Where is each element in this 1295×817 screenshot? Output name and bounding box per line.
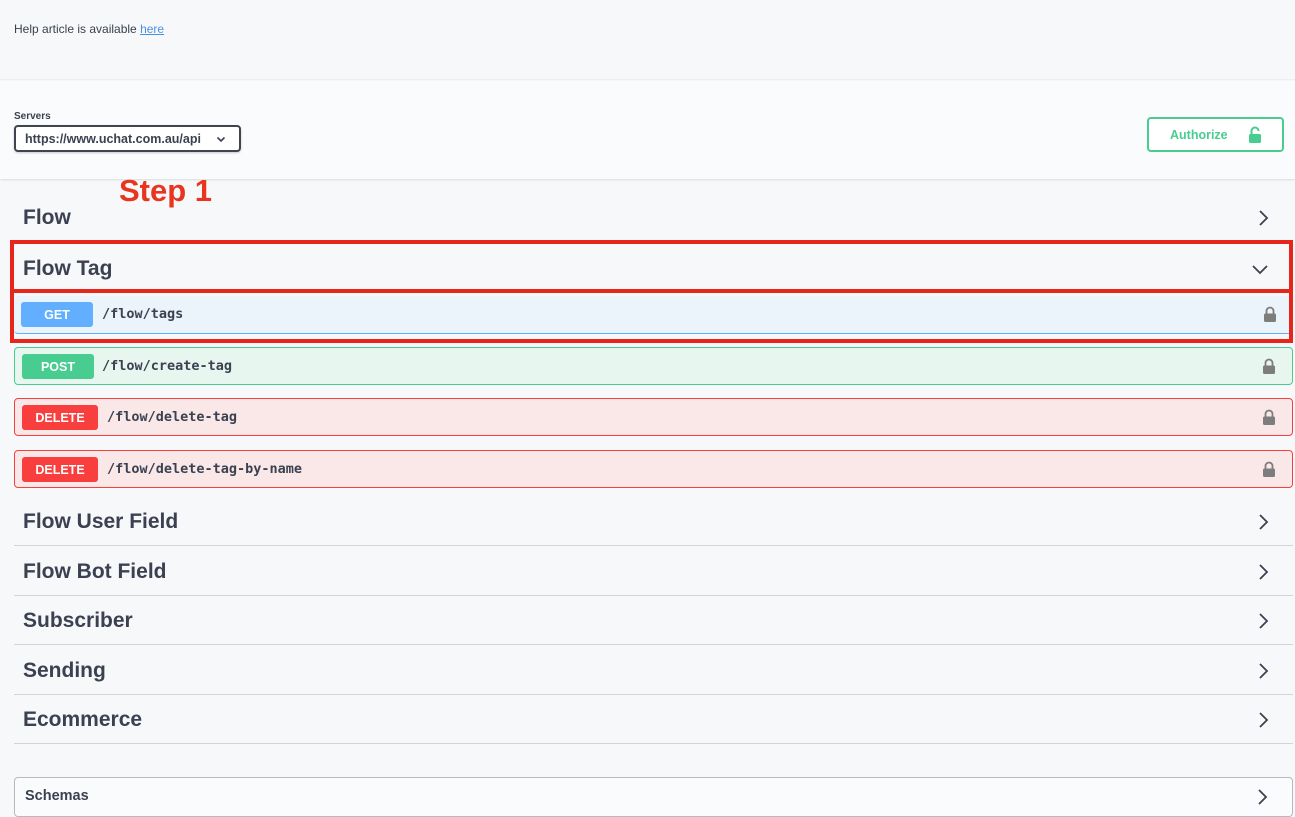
operation-delete-tag[interactable]: DELETE /flow/delete-tag: [14, 398, 1293, 436]
operation-path: /flow/create-tag: [102, 358, 233, 374]
operation-delete-tag-by-name[interactable]: DELETE /flow/delete-tag-by-name: [14, 450, 1293, 488]
tag-title: Ecommerce: [23, 708, 143, 731]
operation-get-flow-tags[interactable]: GET /flow/tags: [14, 296, 1293, 334]
tag-title: Flow User Field: [23, 510, 179, 533]
chevron-down-icon: [1251, 262, 1269, 280]
chevron-right-icon: [1257, 209, 1269, 232]
chevron-right-icon: [1257, 662, 1269, 685]
lock-icon[interactable]: [1262, 358, 1276, 380]
lock-icon[interactable]: [1263, 306, 1277, 328]
tag-section-subscriber[interactable]: Subscriber: [14, 596, 1293, 645]
tag-section-sending[interactable]: Sending: [14, 646, 1293, 695]
tag-section-flow-user-field[interactable]: Flow User Field: [14, 497, 1293, 546]
schemas-title: Schemas: [25, 788, 89, 804]
chevron-right-icon: [1257, 563, 1269, 586]
tag-section-ecommerce[interactable]: Ecommerce: [14, 695, 1293, 744]
tag-section-flow-tag[interactable]: Flow Tag: [14, 244, 1293, 293]
tag-title: Flow: [23, 206, 71, 229]
chevron-right-icon: [1257, 513, 1269, 536]
unlock-icon: [1248, 126, 1262, 147]
authorize-button[interactable]: Authorize: [1147, 117, 1284, 152]
tag-section-flow-bot-field[interactable]: Flow Bot Field: [14, 547, 1293, 596]
operation-path: /flow/delete-tag: [107, 409, 238, 425]
tag-title: Subscriber: [23, 609, 133, 632]
chevron-down-icon: [215, 133, 227, 148]
method-badge-post: POST: [22, 354, 94, 379]
tag-title: Sending: [23, 659, 106, 682]
method-badge-delete: DELETE: [22, 405, 98, 430]
operation-path: /flow/delete-tag-by-name: [107, 461, 303, 477]
servers-label: Servers: [14, 111, 51, 122]
authorize-label: Authorize: [1170, 127, 1228, 142]
chevron-right-icon: [1257, 711, 1269, 734]
chevron-right-icon: [1257, 612, 1269, 635]
operation-post-create-tag[interactable]: POST /flow/create-tag: [14, 347, 1293, 385]
lock-icon[interactable]: [1262, 409, 1276, 431]
schemas-section[interactable]: Schemas: [14, 777, 1293, 817]
tag-title: Flow Tag: [23, 257, 113, 280]
server-select[interactable]: https://www.uchat.com.au/api: [14, 125, 241, 152]
server-select-value: https://www.uchat.com.au/api: [25, 131, 201, 146]
tag-section-flow[interactable]: Flow: [14, 193, 1293, 242]
tag-title: Flow Bot Field: [23, 560, 167, 583]
lock-icon[interactable]: [1262, 461, 1276, 483]
method-badge-get: GET: [21, 302, 93, 327]
help-bar: Help article is available here: [0, 0, 1295, 80]
operation-path: /flow/tags: [102, 306, 184, 322]
help-text-label: Help article is available: [14, 22, 141, 36]
help-article-link[interactable]: here: [140, 22, 164, 36]
help-text: Help article is available here: [14, 22, 164, 36]
method-badge-delete: DELETE: [22, 457, 98, 482]
chevron-right-icon: [1256, 788, 1268, 811]
